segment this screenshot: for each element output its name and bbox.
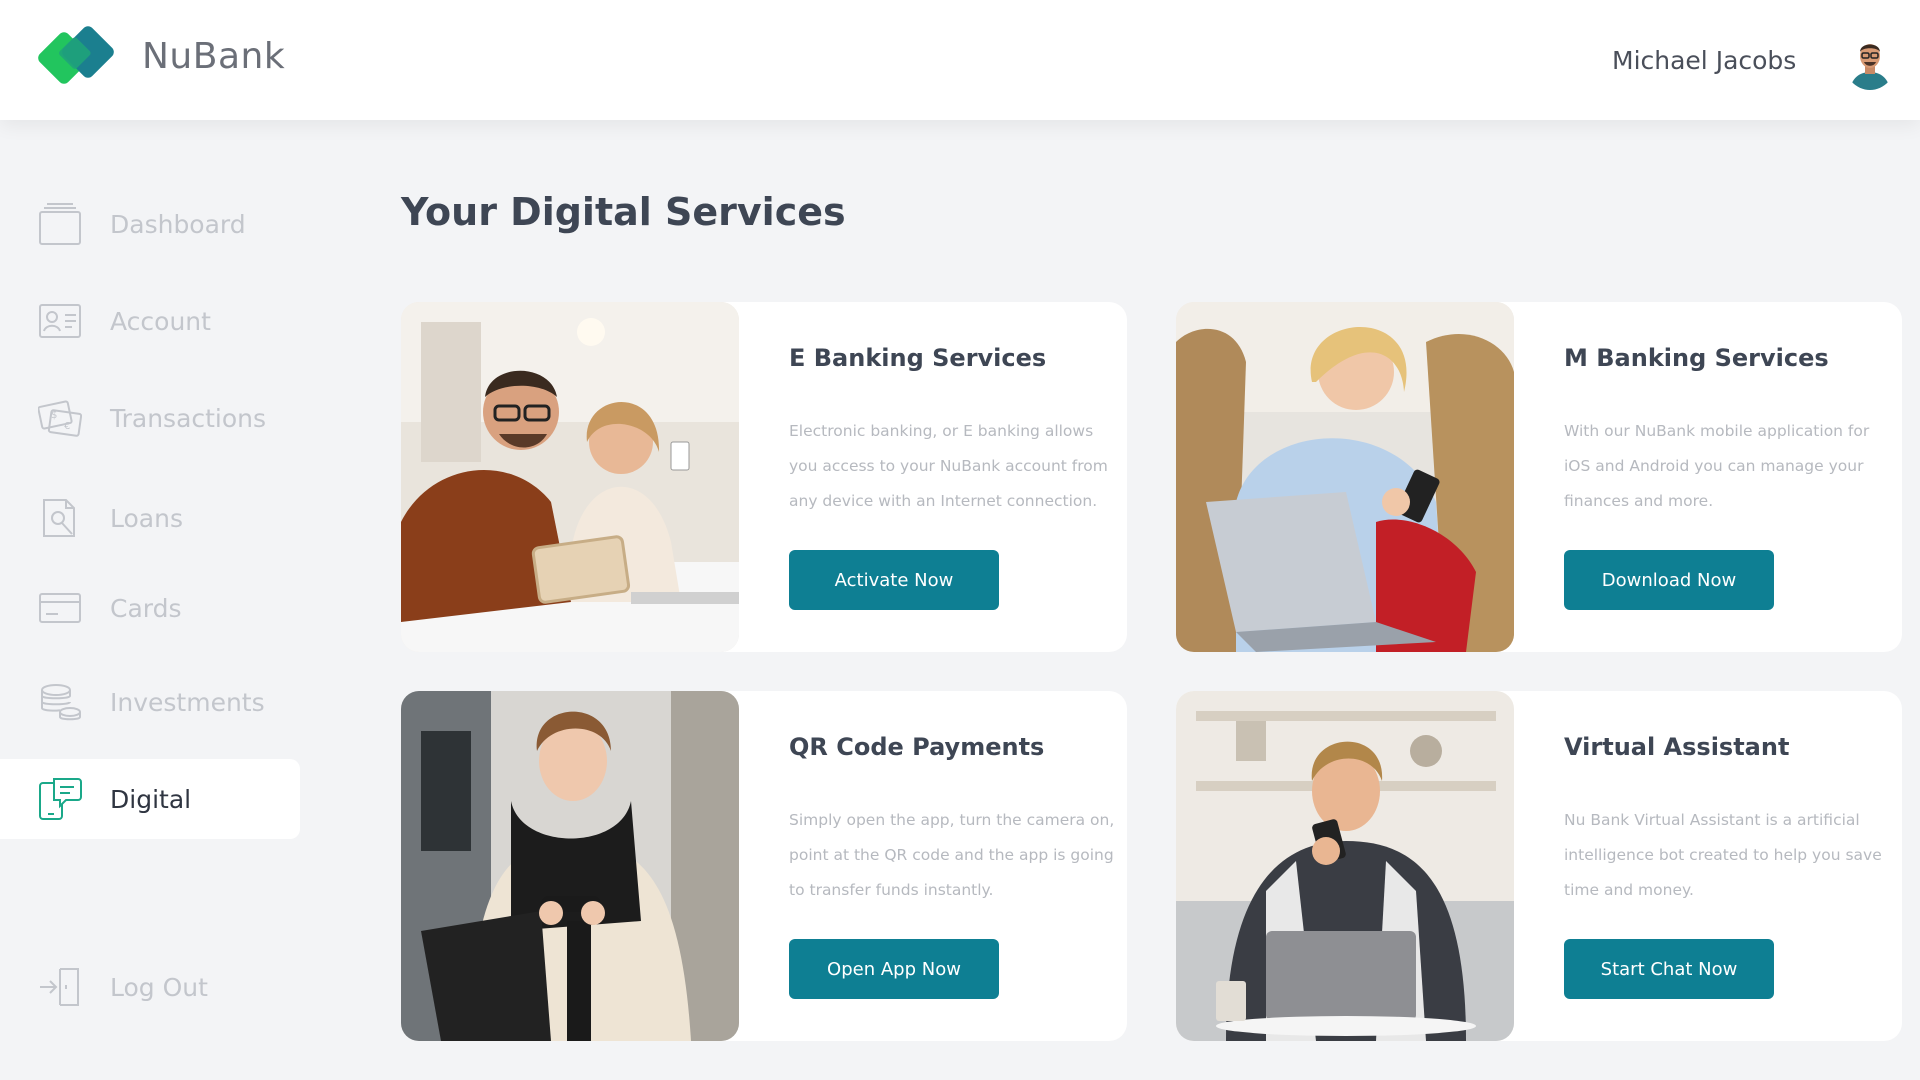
card-title: E Banking Services [789,344,1047,372]
user-avatar[interactable] [1844,34,1896,90]
card-title: Virtual Assistant [1564,733,1790,761]
sidebar-item-label: Cards [110,593,182,623]
sidebar-item-label: Investments [110,687,265,717]
sidebar-item-dashboard[interactable]: Dashboard [0,184,300,264]
sidebar-item-account[interactable]: Account [0,281,300,361]
sidebar-item-loans[interactable]: Loans [0,478,300,558]
card-description: Electronic banking, or E banking allows … [789,422,1108,510]
m-banking-photo [1176,302,1514,652]
service-card-e-banking: E Banking Services Electronic banking, o… [401,302,1127,652]
card-title: M Banking Services [1564,344,1829,372]
open-app-now-button[interactable]: Open App Now [789,939,999,999]
sidebar-item-digital[interactable]: Digital [0,759,300,839]
svg-text:$: $ [51,410,57,421]
sidebar-item-label: Account [110,306,211,336]
card-description: Simply open the app, turn the camera on,… [789,811,1115,899]
digital-icon [38,777,82,821]
cards-icon [38,586,82,630]
service-card-qr-payments: QR Code Payments Simply open the app, tu… [401,691,1127,1041]
card-title: QR Code Payments [789,733,1045,761]
card-description: Nu Bank Virtual Assistant is a artificia… [1564,811,1882,899]
page-title: Your Digital Services [401,190,846,234]
svg-text:€: € [64,421,70,432]
service-card-m-banking: M Banking Services With our NuBank mobil… [1176,302,1902,652]
activate-now-button[interactable]: Activate Now [789,550,999,610]
sidebar-item-label: Digital [110,784,192,814]
logout-button[interactable]: Log Out [0,947,300,1027]
card-description: With our NuBank mobile application for i… [1564,422,1870,510]
account-icon [38,299,82,343]
brand-name[interactable]: NuBank [142,36,285,77]
download-now-button[interactable]: Download Now [1564,550,1774,610]
sidebar-item-investments[interactable]: Investments [0,662,300,742]
investments-icon [38,680,82,724]
sidebar-item-label: Loans [110,503,183,533]
loans-icon [38,496,82,540]
e-banking-photo [401,302,739,652]
sidebar-item-cards[interactable]: Cards [0,568,300,648]
top-header: NuBank Michael Jacobs [0,0,1920,120]
sidebar-item-transactions[interactable]: $ € Transactions [0,378,300,458]
logout-label: Log Out [110,972,208,1002]
nubank-logo-icon[interactable] [38,26,124,96]
qr-payments-photo [401,691,739,1041]
virtual-assistant-photo [1176,691,1514,1041]
service-card-virtual-assistant: Virtual Assistant Nu Bank Virtual Assist… [1176,691,1902,1041]
logout-icon [38,965,82,1009]
start-chat-now-button[interactable]: Start Chat Now [1564,939,1774,999]
sidebar-item-label: Transactions [110,403,267,433]
transactions-icon: $ € [37,396,83,440]
user-name[interactable]: Michael Jacobs [1612,46,1796,75]
sidebar-item-label: Dashboard [110,209,246,239]
dashboard-icon [38,202,82,246]
